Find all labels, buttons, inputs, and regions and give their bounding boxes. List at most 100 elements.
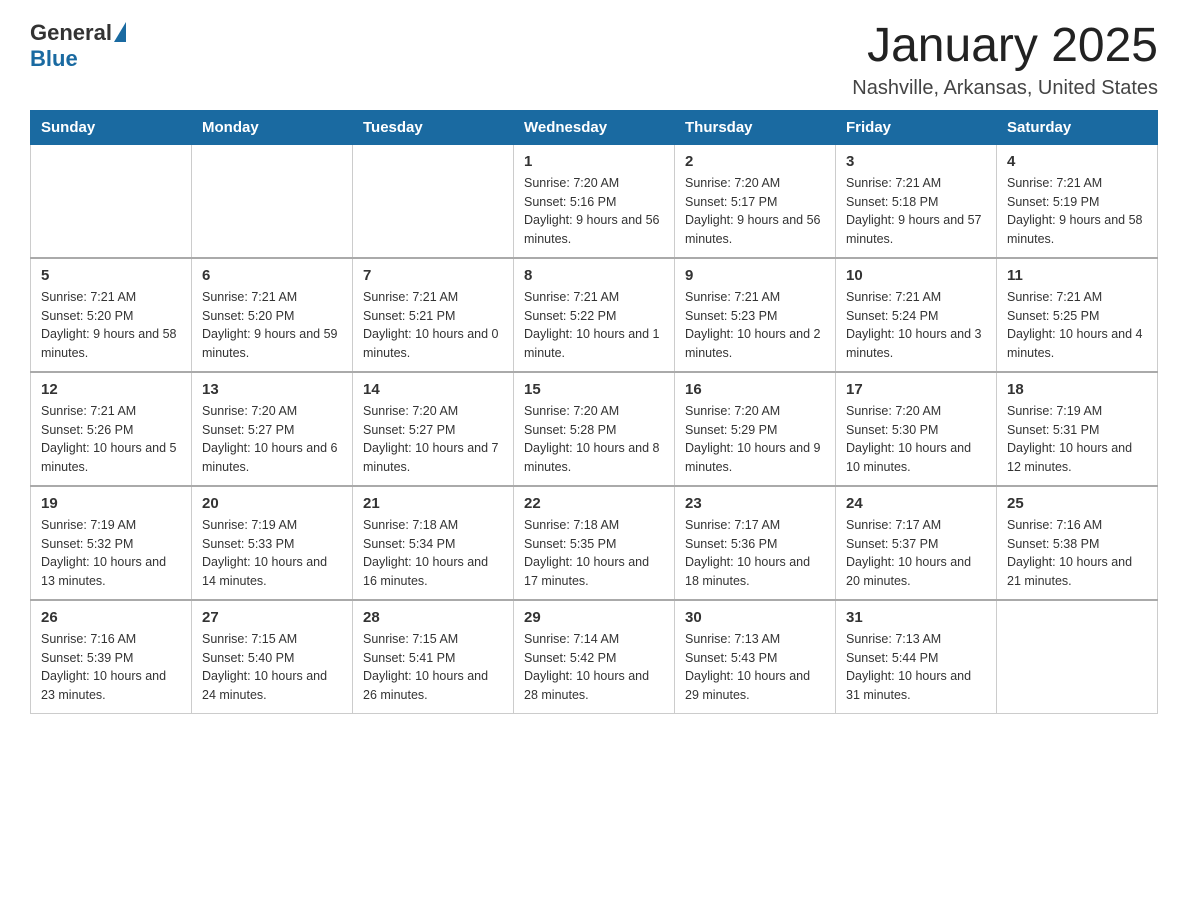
day-info: Sunrise: 7:21 AMSunset: 5:25 PMDaylight:… <box>1007 288 1147 363</box>
day-number: 29 <box>524 609 664 626</box>
day-info: Sunrise: 7:21 AMSunset: 5:19 PMDaylight:… <box>1007 174 1147 249</box>
calendar-header-row: Sunday Monday Tuesday Wednesday Thursday… <box>31 110 1158 144</box>
day-number: 23 <box>685 495 825 512</box>
day-info: Sunrise: 7:20 AMSunset: 5:28 PMDaylight:… <box>524 402 664 477</box>
col-wednesday: Wednesday <box>514 110 675 144</box>
day-number: 30 <box>685 609 825 626</box>
day-info: Sunrise: 7:18 AMSunset: 5:35 PMDaylight:… <box>524 516 664 591</box>
day-number: 15 <box>524 381 664 398</box>
month-title: January 2025 <box>852 20 1158 73</box>
col-monday: Monday <box>192 110 353 144</box>
col-thursday: Thursday <box>675 110 836 144</box>
day-number: 31 <box>846 609 986 626</box>
day-number: 24 <box>846 495 986 512</box>
col-sunday: Sunday <box>31 110 192 144</box>
table-row: 21 Sunrise: 7:18 AMSunset: 5:34 PMDayligh… <box>353 486 514 600</box>
table-row: 12Sunrise: 7:21 AMSunset: 5:26 PMDayligh… <box>31 372 192 486</box>
day-info: Sunrise: 7:21 AMSunset: 5:24 PMDaylight:… <box>846 288 986 363</box>
day-info: Sunrise: 7:21 AMSunset: 5:23 PMDaylight:… <box>685 288 825 363</box>
day-info: Sunrise: 7:13 AMSunset: 5:44 PMDaylight:… <box>846 630 986 705</box>
calendar-week-row: 26Sunrise: 7:16 AMSunset: 5:39 PMDayligh… <box>31 600 1158 714</box>
day-info: Sunrise: 7:15 AMSunset: 5:40 PMDaylight:… <box>202 630 342 705</box>
table-row: 15 Sunrise: 7:20 AMSunset: 5:28 PMDayligh… <box>514 372 675 486</box>
day-info: Sunrise: 7:20 AMSunset: 5:30 PMDaylight:… <box>846 402 986 477</box>
day-info: Sunrise: 7:17 AMSunset: 5:37 PMDaylight:… <box>846 516 986 591</box>
table-row: 4 Sunrise: 7:21 AMSunset: 5:19 PMDaylight… <box>997 144 1158 258</box>
day-info: Sunrise: 7:19 AMSunset: 5:31 PMDaylight:… <box>1007 402 1147 477</box>
day-number: 28 <box>363 609 503 626</box>
table-row: 6Sunrise: 7:21 AMSunset: 5:20 PMDaylight… <box>192 258 353 372</box>
day-number: 20 <box>202 495 342 512</box>
day-number: 6 <box>202 267 342 284</box>
table-row: 27 Sunrise: 7:15 AMSunset: 5:40 PMDayligh… <box>192 600 353 714</box>
logo-text-general: General <box>30 20 112 46</box>
calendar-week-row: 12Sunrise: 7:21 AMSunset: 5:26 PMDayligh… <box>31 372 1158 486</box>
day-number: 9 <box>685 267 825 284</box>
day-number: 1 <box>524 153 664 170</box>
day-number: 25 <box>1007 495 1147 512</box>
calendar-week-row: 19 Sunrise: 7:19 AMSunset: 5:32 PMDayligh… <box>31 486 1158 600</box>
day-number: 14 <box>363 381 503 398</box>
calendar-week-row: 1 Sunrise: 7:20 AMSunset: 5:16 PMDaylight… <box>31 144 1158 258</box>
table-row: 16 Sunrise: 7:20 AMSunset: 5:29 PMDayligh… <box>675 372 836 486</box>
day-number: 19 <box>41 495 181 512</box>
day-number: 13 <box>202 381 342 398</box>
table-row: 19 Sunrise: 7:19 AMSunset: 5:32 PMDayligh… <box>31 486 192 600</box>
day-number: 2 <box>685 153 825 170</box>
table-row: 7 Sunrise: 7:21 AMSunset: 5:21 PMDaylight… <box>353 258 514 372</box>
day-info: Sunrise: 7:16 AMSunset: 5:39 PMDaylight:… <box>41 630 181 705</box>
table-row: 26Sunrise: 7:16 AMSunset: 5:39 PMDayligh… <box>31 600 192 714</box>
table-row: 23 Sunrise: 7:17 AMSunset: 5:36 PMDayligh… <box>675 486 836 600</box>
table-row: 13 Sunrise: 7:20 AMSunset: 5:27 PMDayligh… <box>192 372 353 486</box>
table-row: 25 Sunrise: 7:16 AMSunset: 5:38 PMDayligh… <box>997 486 1158 600</box>
day-number: 4 <box>1007 153 1147 170</box>
page-header: General Blue January 2025 Nashville, Ark… <box>30 20 1158 100</box>
col-saturday: Saturday <box>997 110 1158 144</box>
col-friday: Friday <box>836 110 997 144</box>
day-number: 5 <box>41 267 181 284</box>
day-info: Sunrise: 7:20 AMSunset: 5:29 PMDaylight:… <box>685 402 825 477</box>
table-row: 2 Sunrise: 7:20 AMSunset: 5:17 PMDaylight… <box>675 144 836 258</box>
day-number: 22 <box>524 495 664 512</box>
table-row <box>31 144 192 258</box>
day-info: Sunrise: 7:19 AMSunset: 5:33 PMDaylight:… <box>202 516 342 591</box>
day-number: 8 <box>524 267 664 284</box>
day-info: Sunrise: 7:15 AMSunset: 5:41 PMDaylight:… <box>363 630 503 705</box>
day-info: Sunrise: 7:17 AMSunset: 5:36 PMDaylight:… <box>685 516 825 591</box>
table-row: 30Sunrise: 7:13 AMSunset: 5:43 PMDayligh… <box>675 600 836 714</box>
day-info: Sunrise: 7:20 AMSunset: 5:27 PMDaylight:… <box>202 402 342 477</box>
table-row: 18 Sunrise: 7:19 AMSunset: 5:31 PMDayligh… <box>997 372 1158 486</box>
table-row: 8 Sunrise: 7:21 AMSunset: 5:22 PMDaylight… <box>514 258 675 372</box>
table-row: 14Sunrise: 7:20 AMSunset: 5:27 PMDayligh… <box>353 372 514 486</box>
day-number: 18 <box>1007 381 1147 398</box>
logo-triangle-icon <box>114 22 126 42</box>
day-info: Sunrise: 7:16 AMSunset: 5:38 PMDaylight:… <box>1007 516 1147 591</box>
logo-text-blue: Blue <box>30 46 78 72</box>
day-number: 17 <box>846 381 986 398</box>
day-info: Sunrise: 7:21 AMSunset: 5:18 PMDaylight:… <box>846 174 986 249</box>
day-info: Sunrise: 7:20 AMSunset: 5:16 PMDaylight:… <box>524 174 664 249</box>
day-info: Sunrise: 7:14 AMSunset: 5:42 PMDaylight:… <box>524 630 664 705</box>
table-row <box>192 144 353 258</box>
logo: General Blue <box>30 20 126 72</box>
table-row <box>353 144 514 258</box>
table-row: 3Sunrise: 7:21 AMSunset: 5:18 PMDaylight… <box>836 144 997 258</box>
day-info: Sunrise: 7:18 AMSunset: 5:34 PMDaylight:… <box>363 516 503 591</box>
day-info: Sunrise: 7:20 AMSunset: 5:17 PMDaylight:… <box>685 174 825 249</box>
day-number: 27 <box>202 609 342 626</box>
table-row: 9 Sunrise: 7:21 AMSunset: 5:23 PMDaylight… <box>675 258 836 372</box>
day-info: Sunrise: 7:19 AMSunset: 5:32 PMDaylight:… <box>41 516 181 591</box>
table-row: 17 Sunrise: 7:20 AMSunset: 5:30 PMDayligh… <box>836 372 997 486</box>
table-row: 22 Sunrise: 7:18 AMSunset: 5:35 PMDayligh… <box>514 486 675 600</box>
day-number: 10 <box>846 267 986 284</box>
day-number: 16 <box>685 381 825 398</box>
table-row <box>997 600 1158 714</box>
day-info: Sunrise: 7:21 AMSunset: 5:21 PMDaylight:… <box>363 288 503 363</box>
day-number: 7 <box>363 267 503 284</box>
day-info: Sunrise: 7:21 AMSunset: 5:22 PMDaylight:… <box>524 288 664 363</box>
table-row: 31 Sunrise: 7:13 AMSunset: 5:44 PMDayligh… <box>836 600 997 714</box>
calendar-week-row: 5 Sunrise: 7:21 AMSunset: 5:20 PMDaylight… <box>31 258 1158 372</box>
day-info: Sunrise: 7:21 AMSunset: 5:20 PMDaylight:… <box>41 288 181 363</box>
day-number: 21 <box>363 495 503 512</box>
day-number: 11 <box>1007 267 1147 284</box>
